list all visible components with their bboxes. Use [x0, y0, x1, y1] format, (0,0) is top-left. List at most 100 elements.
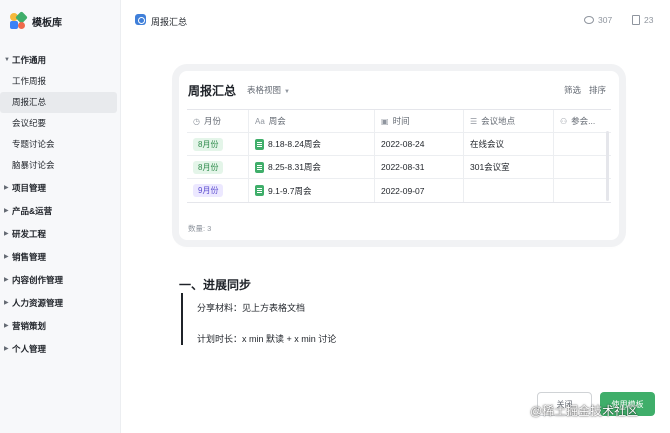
sidebar-group-project-management[interactable]: ▶ 项目管理 — [0, 176, 121, 199]
brand: 模板库 — [10, 11, 62, 29]
chevron-down-icon: ▼ — [284, 89, 290, 95]
eye-icon — [584, 16, 594, 24]
date-cell[interactable]: 2022-08-31 — [375, 156, 464, 178]
sidebar-item-meeting-minutes[interactable]: 会议纪要 — [0, 113, 121, 134]
people-icon: ⚇ — [560, 116, 568, 126]
sidebar-group-label: 产品&运营 — [12, 205, 53, 216]
column-label: 周会 — [268, 116, 286, 126]
column-header-month[interactable]: ◷ 月份 — [187, 110, 249, 132]
date-cell[interactable]: 2022-08-24 — [375, 133, 464, 155]
doc-link-icon — [255, 138, 264, 150]
month-tag: 8月份 — [193, 160, 224, 174]
filter-button[interactable]: 筛选 — [564, 84, 581, 96]
column-header-attendees[interactable]: ⚇ 参会... — [554, 110, 611, 132]
sidebar-group-sales[interactable]: ▶ 销售管理 — [0, 245, 121, 268]
table-row[interactable]: 8月份 8.18-8.24周会 2022-08-24 在线会议 — [187, 133, 611, 156]
sidebar-group-label: 工作通用 — [12, 54, 47, 65]
table-row[interactable]: 9月份 9.1-9.7周会 2022-09-07 — [187, 179, 611, 202]
location-cell[interactable]: 301会议室 — [464, 156, 554, 178]
view-count-value: 307 — [598, 15, 613, 25]
table-card: 周报汇总 表格视图 ▼ 筛选 排序 ◷ 月份 Aa 周会 ▣ 时间 ☰ 会议地点 … — [179, 71, 619, 240]
sidebar-group-label: 营销策划 — [12, 320, 47, 331]
column-label: 月份 — [203, 116, 221, 126]
vertical-scrollbar[interactable] — [606, 131, 609, 201]
meeting-cell[interactable]: 9.1-9.7周会 — [249, 179, 375, 202]
date-cell[interactable]: 2022-09-07 — [375, 179, 464, 202]
attendees-cell[interactable] — [554, 179, 611, 202]
sidebar-group-personal[interactable]: ▶ 个人管理 — [0, 337, 121, 360]
sidebar-item-weekly-report[interactable]: 工作周报 — [0, 71, 121, 92]
doc-link-icon — [255, 161, 264, 173]
sidebar-group-label: 研发工程 — [12, 228, 47, 239]
text-type-icon: Aa — [255, 116, 265, 126]
meeting-cell[interactable]: 8.18-8.24周会 — [249, 133, 375, 155]
caret-right-icon: ▶ — [4, 346, 9, 352]
sidebar-group-content[interactable]: ▶ 内容创作管理 — [0, 268, 121, 291]
content-line-materials: 分享材料：见上方表格文档 — [197, 303, 306, 313]
sidebar-item-topic-discussion[interactable]: 专题讨论会 — [0, 134, 121, 155]
base-doc-icon — [135, 14, 146, 25]
calendar-icon: ▣ — [381, 116, 389, 126]
attendees-cell[interactable] — [554, 156, 611, 178]
table-header-row: ◷ 月份 Aa 周会 ▣ 时间 ☰ 会议地点 ⚇ 参会... — [187, 110, 611, 133]
column-header-meeting[interactable]: Aa 周会 — [249, 110, 375, 132]
brand-name: 模板库 — [32, 17, 62, 29]
sidebar-group-label: 人力资源管理 — [12, 297, 64, 308]
column-label: 参会... — [571, 116, 596, 126]
sidebar-group-marketing[interactable]: ▶ 营销策划 — [0, 314, 121, 337]
column-header-location[interactable]: ☰ 会议地点 — [464, 110, 554, 132]
watermark: @稀土掘金技术社区 — [530, 404, 639, 418]
sidebar-group-label: 内容创作管理 — [12, 274, 64, 285]
caret-right-icon: ▶ — [4, 300, 9, 306]
sidebar: 模板库 ▼ 工作通用 工作周报 周报汇总 会议纪要 专题讨论会 脑暴讨论会 ▶ … — [0, 0, 121, 433]
meeting-link[interactable]: 9.1-9.7周会 — [268, 185, 311, 197]
sidebar-group-work-general[interactable]: ▼ 工作通用 — [0, 48, 121, 71]
data-grid: ◷ 月份 Aa 周会 ▣ 时间 ☰ 会议地点 ⚇ 参会... 8月份 8.18-… — [187, 109, 611, 203]
caret-right-icon: ▶ — [4, 323, 9, 329]
caret-right-icon: ▶ — [4, 185, 9, 191]
table-row[interactable]: 8月份 8.25-8.31周会 2022-08-31 301会议室 — [187, 156, 611, 179]
content-line-duration: 计划时长：x min 默读 + x min 讨论 — [197, 334, 337, 344]
document-icon — [632, 15, 640, 25]
attendees-cell[interactable] — [554, 133, 611, 155]
usage-count: 23 — [632, 15, 653, 25]
sidebar-group-label: 项目管理 — [12, 182, 47, 193]
template-library-logo — [10, 11, 28, 29]
meeting-cell[interactable]: 8.25-8.31周会 — [249, 156, 375, 178]
sidebar-item-brainstorm[interactable]: 脑暴讨论会 — [0, 155, 121, 176]
sidebar-group-rnd[interactable]: ▶ 研发工程 — [0, 222, 121, 245]
month-tag: 8月份 — [193, 137, 224, 151]
month-cell[interactable]: 9月份 — [187, 179, 249, 202]
meeting-link[interactable]: 8.25-8.31周会 — [268, 161, 321, 173]
doc-link-icon — [255, 185, 264, 196]
clock-icon: ◷ — [193, 116, 200, 126]
view-switcher[interactable]: 表格视图 ▼ — [247, 84, 290, 96]
caret-down-icon: ▼ — [4, 56, 10, 63]
section-heading: 一、进展同步 — [179, 278, 252, 292]
quote-bar — [181, 293, 183, 345]
column-label: 时间 — [392, 116, 410, 126]
preview-title: 周报汇总 — [151, 17, 188, 27]
sidebar-nav: ▼ 工作通用 工作周报 周报汇总 会议纪要 专题讨论会 脑暴讨论会 ▶ 项目管理… — [0, 48, 121, 360]
caret-right-icon: ▶ — [4, 208, 9, 214]
location-cell[interactable]: 在线会议 — [464, 133, 554, 155]
location-cell[interactable] — [464, 179, 554, 202]
multiline-text-icon: ☰ — [470, 116, 478, 126]
caret-right-icon: ▶ — [4, 254, 9, 260]
sort-button[interactable]: 排序 — [589, 84, 606, 96]
sidebar-group-product-ops[interactable]: ▶ 产品&运营 — [0, 199, 121, 222]
column-label: 会议地点 — [481, 116, 516, 126]
column-header-date[interactable]: ▣ 时间 — [375, 110, 464, 132]
sidebar-item-weekly-summary[interactable]: 周报汇总 — [0, 92, 117, 113]
view-switcher-label: 表格视图 — [247, 85, 282, 95]
table-title: 周报汇总 — [188, 84, 237, 98]
month-cell[interactable]: 8月份 — [187, 133, 249, 155]
sidebar-group-hr[interactable]: ▶ 人力资源管理 — [0, 291, 121, 314]
sidebar-group-label: 销售管理 — [12, 251, 47, 262]
month-cell[interactable]: 8月份 — [187, 156, 249, 178]
caret-right-icon: ▶ — [4, 277, 9, 283]
view-count: 307 — [584, 15, 612, 25]
preview-header: 周报汇总 307 23 — [122, 0, 670, 42]
meeting-link[interactable]: 8.18-8.24周会 — [268, 138, 321, 150]
sidebar-group-label: 个人管理 — [12, 343, 47, 354]
